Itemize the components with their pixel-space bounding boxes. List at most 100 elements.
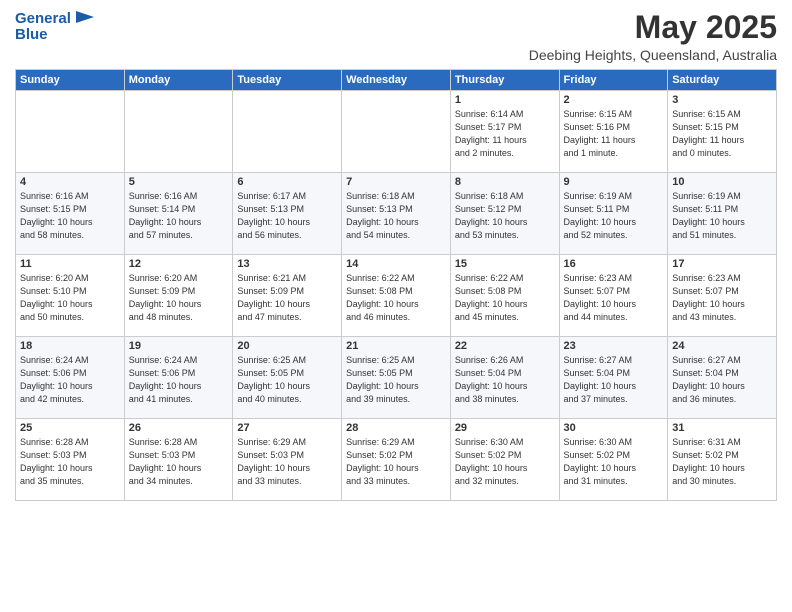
day-number: 13 [237, 258, 337, 270]
week-row-4: 18 Sunrise: 6:24 AMSunset: 5:06 PMDayligh… [16, 337, 777, 419]
col-wednesday: Wednesday [342, 70, 451, 91]
day-number: 3 [672, 94, 772, 106]
day-number: 27 [237, 422, 337, 434]
table-cell: 6 Sunrise: 6:17 AMSunset: 5:13 PMDaylight… [233, 173, 342, 255]
day-number: 29 [455, 422, 555, 434]
day-info: Sunrise: 6:17 AMSunset: 5:13 PMDaylight:… [237, 190, 337, 242]
day-number: 7 [346, 176, 446, 188]
main-title: May 2025 [529, 10, 777, 45]
week-row-3: 11 Sunrise: 6:20 AMSunset: 5:10 PMDayligh… [16, 255, 777, 337]
table-cell: 24Sunrise: 6:27 AMSunset: 5:04 PMDayligh… [668, 337, 777, 419]
day-number: 12 [129, 258, 229, 270]
table-cell: 31 Sunrise: 6:31 AMSunset: 5:02 PMDayligh… [668, 419, 777, 501]
day-number: 23 [564, 340, 664, 352]
day-info: Sunrise: 6:14 AMSunset: 5:17 PMDaylight:… [455, 108, 555, 160]
day-info: Sunrise: 6:27 AMSunset: 5:04 PMDaylight:… [564, 354, 664, 406]
table-cell: 19 Sunrise: 6:24 AMSunset: 5:06 PMDayligh… [124, 337, 233, 419]
day-number: 26 [129, 422, 229, 434]
table-cell: 3 Sunrise: 6:15 AMSunset: 5:15 PMDaylight… [668, 91, 777, 173]
table-cell: 23 Sunrise: 6:27 AMSunset: 5:04 PMDayligh… [559, 337, 668, 419]
table-cell: 4Sunrise: 6:16 AMSunset: 5:15 PMDaylight… [16, 173, 125, 255]
day-number: 19 [129, 340, 229, 352]
logo: General Blue [15, 10, 96, 44]
day-number: 21 [346, 340, 446, 352]
table-cell: 1Sunrise: 6:14 AMSunset: 5:17 PMDaylight… [450, 91, 559, 173]
day-info: Sunrise: 6:22 AMSunset: 5:08 PMDaylight:… [346, 272, 446, 324]
day-number: 6 [237, 176, 337, 188]
col-monday: Monday [124, 70, 233, 91]
day-number: 31 [672, 422, 772, 434]
week-row-5: 25 Sunrise: 6:28 AMSunset: 5:03 PMDayligh… [16, 419, 777, 501]
day-number: 16 [564, 258, 664, 270]
table-cell: 22 Sunrise: 6:26 AMSunset: 5:04 PMDayligh… [450, 337, 559, 419]
day-number: 22 [455, 340, 555, 352]
table-cell: 17Sunrise: 6:23 AMSunset: 5:07 PMDayligh… [668, 255, 777, 337]
day-info: Sunrise: 6:22 AMSunset: 5:08 PMDaylight:… [455, 272, 555, 324]
calendar-table: Sunday Monday Tuesday Wednesday Thursday… [15, 69, 777, 501]
table-cell: 5Sunrise: 6:16 AMSunset: 5:14 PMDaylight… [124, 173, 233, 255]
col-saturday: Saturday [668, 70, 777, 91]
col-thursday: Thursday [450, 70, 559, 91]
subtitle: Deebing Heights, Queensland, Australia [529, 47, 777, 63]
day-number: 24 [672, 340, 772, 352]
table-cell: 18 Sunrise: 6:24 AMSunset: 5:06 PMDayligh… [16, 337, 125, 419]
table-cell: 25 Sunrise: 6:28 AMSunset: 5:03 PMDayligh… [16, 419, 125, 501]
col-sunday: Sunday [16, 70, 125, 91]
day-number: 18 [20, 340, 120, 352]
day-number: 14 [346, 258, 446, 270]
week-row-1: 1Sunrise: 6:14 AMSunset: 5:17 PMDaylight… [16, 91, 777, 173]
table-cell: 8 Sunrise: 6:18 AMSunset: 5:12 PMDaylight… [450, 173, 559, 255]
table-cell: 14 Sunrise: 6:22 AMSunset: 5:08 PMDayligh… [342, 255, 451, 337]
title-block: May 2025 Deebing Heights, Queensland, Au… [529, 10, 777, 63]
week-row-2: 4Sunrise: 6:16 AMSunset: 5:15 PMDaylight… [16, 173, 777, 255]
table-cell: 16 Sunrise: 6:23 AMSunset: 5:07 PMDayligh… [559, 255, 668, 337]
day-number: 10 [672, 176, 772, 188]
day-number: 20 [237, 340, 337, 352]
day-number: 25 [20, 422, 120, 434]
table-cell: 11 Sunrise: 6:20 AMSunset: 5:10 PMDayligh… [16, 255, 125, 337]
day-number: 8 [455, 176, 555, 188]
table-cell: 12Sunrise: 6:20 AMSunset: 5:09 PMDayligh… [124, 255, 233, 337]
day-info: Sunrise: 6:29 AMSunset: 5:02 PMDaylight:… [346, 436, 446, 488]
day-number: 28 [346, 422, 446, 434]
table-cell: 15 Sunrise: 6:22 AMSunset: 5:08 PMDayligh… [450, 255, 559, 337]
day-info: Sunrise: 6:19 AMSunset: 5:11 PMDaylight:… [672, 190, 772, 242]
day-number: 17 [672, 258, 772, 270]
day-info: Sunrise: 6:28 AMSunset: 5:03 PMDaylight:… [129, 436, 229, 488]
day-info: Sunrise: 6:21 AMSunset: 5:09 PMDaylight:… [237, 272, 337, 324]
table-cell: 28 Sunrise: 6:29 AMSunset: 5:02 PMDayligh… [342, 419, 451, 501]
day-info: Sunrise: 6:15 AMSunset: 5:16 PMDaylight:… [564, 108, 664, 160]
table-cell [16, 91, 125, 173]
logo-text-blue: Blue [15, 26, 48, 44]
col-friday: Friday [559, 70, 668, 91]
table-cell: 7 Sunrise: 6:18 AMSunset: 5:13 PMDaylight… [342, 173, 451, 255]
day-info: Sunrise: 6:25 AMSunset: 5:05 PMDaylight:… [237, 354, 337, 406]
page: General Blue May 2025 Deebing Heights, Q… [0, 0, 792, 612]
calendar-header-row: Sunday Monday Tuesday Wednesday Thursday… [16, 70, 777, 91]
day-info: Sunrise: 6:23 AMSunset: 5:07 PMDaylight:… [564, 272, 664, 324]
header: General Blue May 2025 Deebing Heights, Q… [15, 10, 777, 63]
day-number: 30 [564, 422, 664, 434]
table-cell: 30Sunrise: 6:30 AMSunset: 5:02 PMDayligh… [559, 419, 668, 501]
day-number: 15 [455, 258, 555, 270]
day-info: Sunrise: 6:24 AMSunset: 5:06 PMDaylight:… [20, 354, 120, 406]
day-info: Sunrise: 6:18 AMSunset: 5:13 PMDaylight:… [346, 190, 446, 242]
table-cell: 2 Sunrise: 6:15 AMSunset: 5:16 PMDaylight… [559, 91, 668, 173]
day-info: Sunrise: 6:20 AMSunset: 5:10 PMDaylight:… [20, 272, 120, 324]
logo-flag-icon [74, 9, 96, 27]
day-info: Sunrise: 6:15 AMSunset: 5:15 PMDaylight:… [672, 108, 772, 160]
table-cell: 10 Sunrise: 6:19 AMSunset: 5:11 PMDayligh… [668, 173, 777, 255]
day-number: 2 [564, 94, 664, 106]
day-info: Sunrise: 6:28 AMSunset: 5:03 PMDaylight:… [20, 436, 120, 488]
day-info: Sunrise: 6:29 AMSunset: 5:03 PMDaylight:… [237, 436, 337, 488]
day-info: Sunrise: 6:31 AMSunset: 5:02 PMDaylight:… [672, 436, 772, 488]
day-number: 11 [20, 258, 120, 270]
day-number: 5 [129, 176, 229, 188]
day-info: Sunrise: 6:24 AMSunset: 5:06 PMDaylight:… [129, 354, 229, 406]
day-info: Sunrise: 6:30 AMSunset: 5:02 PMDaylight:… [455, 436, 555, 488]
table-cell: 21Sunrise: 6:25 AMSunset: 5:05 PMDayligh… [342, 337, 451, 419]
table-cell: 9Sunrise: 6:19 AMSunset: 5:11 PMDaylight… [559, 173, 668, 255]
col-tuesday: Tuesday [233, 70, 342, 91]
day-info: Sunrise: 6:18 AMSunset: 5:12 PMDaylight:… [455, 190, 555, 242]
day-info: Sunrise: 6:26 AMSunset: 5:04 PMDaylight:… [455, 354, 555, 406]
